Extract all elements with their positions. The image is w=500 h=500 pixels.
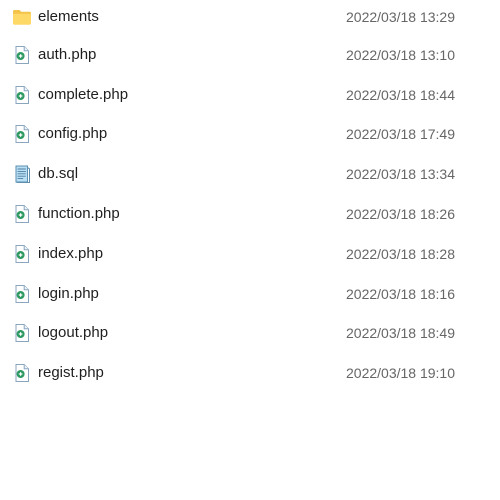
- file-name: auth.php: [38, 46, 97, 63]
- php-file-icon: [15, 125, 29, 143]
- file-name: config.php: [38, 125, 108, 142]
- file-row-regist-php[interactable]: regist.php 2022/03/18 19:10: [0, 356, 500, 390]
- file-date: 2022/03/18 18:16: [346, 286, 455, 302]
- file-date: 2022/03/18 13:10: [346, 47, 455, 63]
- file-row-login-php[interactable]: login.php 2022/03/18 18:16: [0, 277, 500, 311]
- file-list: elements 2022/03/18 13:29 auth.php 2022/…: [0, 0, 500, 500]
- folder-icon: [13, 10, 31, 25]
- file-date: 2022/03/18 18:26: [346, 206, 455, 222]
- file-row-complete-php[interactable]: complete.php 2022/03/18 18:44: [0, 78, 500, 112]
- file-name: complete.php: [38, 86, 129, 103]
- php-file-icon: [15, 205, 29, 223]
- php-file-icon: [15, 285, 29, 303]
- file-name: function.php: [38, 205, 120, 222]
- file-row-logout-php[interactable]: logout.php 2022/03/18 18:49: [0, 316, 500, 350]
- file-row-db-sql[interactable]: db.sql 2022/03/18 13:34: [0, 157, 500, 191]
- file-name: elements: [38, 8, 99, 25]
- file-date: 2022/03/18 17:49: [346, 126, 455, 142]
- sql-file-icon: [15, 165, 30, 183]
- file-name: index.php: [38, 245, 104, 262]
- file-name: logout.php: [38, 324, 109, 341]
- file-date: 2022/03/18 13:34: [346, 166, 455, 182]
- php-file-icon: [15, 86, 29, 104]
- file-date: 2022/03/18 18:49: [346, 325, 455, 341]
- php-file-icon: [15, 46, 29, 64]
- file-date: 2022/03/18 18:28: [346, 246, 455, 262]
- file-row-index-php[interactable]: index.php 2022/03/18 18:28: [0, 237, 500, 271]
- php-file-icon: [15, 324, 29, 342]
- file-row-function-php[interactable]: function.php 2022/03/18 18:26: [0, 197, 500, 231]
- file-row-auth-php[interactable]: auth.php 2022/03/18 13:10: [0, 38, 500, 72]
- file-row-config-php[interactable]: config.php 2022/03/18 17:49: [0, 117, 500, 151]
- file-date: 2022/03/18 19:10: [346, 365, 455, 381]
- file-date: 2022/03/18 18:44: [346, 87, 455, 103]
- file-name: login.php: [38, 285, 99, 302]
- file-date: 2022/03/18 13:29: [346, 9, 455, 25]
- file-row-elements[interactable]: elements 2022/03/18 13:29: [0, 0, 500, 34]
- file-name: regist.php: [38, 364, 104, 381]
- php-file-icon: [15, 364, 29, 382]
- php-file-icon: [15, 245, 29, 263]
- file-name: db.sql: [38, 165, 79, 182]
